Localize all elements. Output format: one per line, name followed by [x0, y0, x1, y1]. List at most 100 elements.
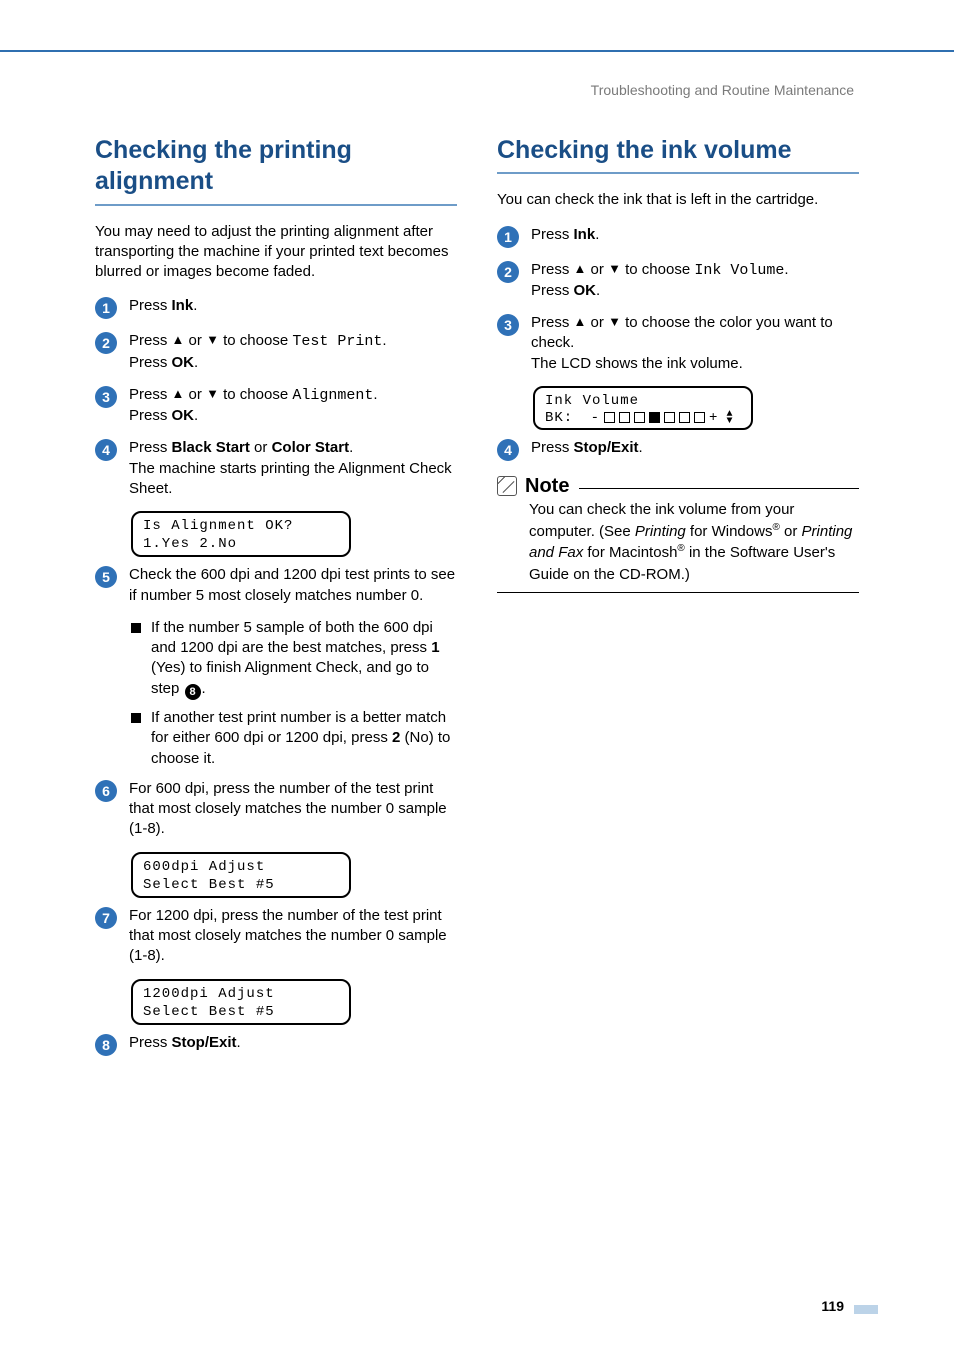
lcd-line: 1200dpi Adjust: [143, 985, 339, 1003]
step-body: Check the 600 dpi and 1200 dpi test prin…: [129, 565, 457, 606]
t: .: [596, 282, 600, 299]
ink-box-icon: [694, 412, 705, 423]
step-body: Press ▲ or ▼ to choose Ink Volume. Press…: [531, 260, 859, 302]
page-columns: Checking the printing alignment You may …: [95, 135, 859, 1288]
right-step-1: 1 Press Ink.: [497, 225, 859, 248]
ink-box-icon: [634, 412, 645, 423]
t: Black Start: [172, 439, 250, 456]
t: .: [382, 332, 386, 349]
up-arrow-icon: ▲: [574, 261, 587, 276]
note-rule-bottom: [497, 592, 859, 593]
t: .: [639, 439, 643, 456]
t: or: [184, 332, 206, 349]
left-step-5-sublist: If the number 5 sample of both the 600 d…: [131, 618, 457, 769]
note-header: Note: [497, 475, 859, 498]
top-rule: [0, 50, 954, 52]
note-title: Note: [525, 475, 569, 498]
t: or: [184, 386, 206, 403]
step-body: Press ▲ or ▼ to choose the color you wan…: [531, 313, 859, 374]
step-number-icon: 4: [497, 439, 519, 461]
t: or: [250, 439, 272, 456]
lcd-ink-row: BK: - + ▲▼: [545, 410, 741, 426]
col-right: Checking the ink volume You can check th…: [497, 135, 859, 1288]
t: Yes: [156, 659, 180, 676]
step-number-icon: 1: [497, 226, 519, 248]
square-bullet-icon: [131, 713, 141, 723]
step-number-icon: 2: [95, 332, 117, 354]
list-item: If the number 5 sample of both the 600 d…: [131, 618, 457, 700]
t: Alignment: [292, 387, 373, 404]
lcd-line: Ink Volume: [545, 392, 741, 410]
t: Check the 600 dpi and 1200 dpi test prin…: [129, 566, 455, 603]
left-steps-cont3: 7 For 1200 dpi, press the number of the …: [95, 906, 457, 967]
t: .: [194, 354, 198, 371]
step-number-icon: 2: [497, 261, 519, 283]
step-number-icon: 4: [95, 439, 117, 461]
t: or: [586, 314, 608, 331]
step-ref-icon: 8: [185, 684, 201, 700]
t: If the number 5 sample of both the 600 d…: [151, 618, 457, 700]
left-steps-cont4: 8 Press Stop/Exit.: [95, 1033, 457, 1056]
t: Press: [531, 439, 574, 456]
step-number-icon: 3: [497, 314, 519, 336]
t: Ink: [172, 297, 194, 314]
note-block: Note You can check the ink volume from y…: [497, 475, 859, 593]
lcd-1200dpi: 1200dpi Adjust Select Best #5: [131, 979, 351, 1025]
t: Press: [531, 261, 574, 278]
t: Stop/Exit: [574, 439, 639, 456]
left-step-6: 6 For 600 dpi, press the number of the t…: [95, 779, 457, 840]
t: .: [194, 407, 198, 424]
t: -: [591, 410, 600, 426]
step-body: Press Stop/Exit.: [129, 1033, 457, 1053]
step-body: Press Black Start or Color Start. The ma…: [129, 438, 457, 499]
ink-box-icon: [664, 412, 675, 423]
lcd-line: 600dpi Adjust: [143, 858, 339, 876]
t: .: [373, 386, 377, 403]
right-title: Checking the ink volume: [497, 135, 859, 174]
left-step-1: 1 Press Ink.: [95, 296, 457, 319]
t: OK: [172, 407, 195, 424]
t: The LCD shows the ink volume.: [531, 355, 743, 372]
t: .: [349, 439, 353, 456]
t: +: [709, 410, 718, 426]
lcd-line: 1.Yes 2.No: [143, 535, 339, 553]
ink-box-icon: [619, 412, 630, 423]
step-body: For 1200 dpi, press the number of the te…: [129, 906, 457, 967]
step-number-icon: 6: [95, 780, 117, 802]
note-icon: [497, 476, 517, 496]
page-number-accent: [854, 1305, 878, 1314]
t: Ink: [574, 226, 596, 243]
t: .: [595, 226, 599, 243]
t: Press: [129, 1034, 172, 1051]
right-steps: 1 Press Ink. 2 Press ▲ or ▼ to choose In…: [497, 225, 859, 374]
t: Press: [129, 386, 172, 403]
up-arrow-icon: ▲: [172, 332, 185, 347]
step-number-icon: 7: [95, 907, 117, 929]
t: Press: [129, 297, 172, 314]
lcd-600dpi: 600dpi Adjust Select Best #5: [131, 852, 351, 898]
t: The machine starts printing the Alignmen…: [129, 460, 452, 497]
step-body: For 600 dpi, press the number of the tes…: [129, 779, 457, 840]
left-step-3: 3 Press ▲ or ▼ to choose Alignment. Pres…: [95, 385, 457, 427]
note-rule: [579, 488, 859, 489]
t: Press: [531, 314, 574, 331]
left-steps-cont: 5 Check the 600 dpi and 1200 dpi test pr…: [95, 565, 457, 606]
t: Press: [129, 407, 172, 424]
t: Test Print: [292, 333, 382, 350]
t: (: [400, 729, 409, 746]
t: for Macintosh: [583, 544, 677, 561]
step-body: Press Stop/Exit.: [531, 438, 859, 458]
t: to choose: [219, 386, 292, 403]
t: Press: [129, 332, 172, 349]
t: or: [780, 523, 802, 540]
t: to choose: [219, 332, 292, 349]
t: BK:: [545, 410, 573, 426]
t: Color Start: [272, 439, 350, 456]
t: .: [784, 261, 788, 278]
t: .: [193, 297, 197, 314]
up-arrow-icon: ▲: [172, 386, 185, 401]
right-intro: You can check the ink that is left in th…: [497, 190, 859, 210]
step-number-icon: 1: [95, 297, 117, 319]
page-number: 119: [821, 1298, 844, 1314]
col-left: Checking the printing alignment You may …: [95, 135, 457, 1288]
